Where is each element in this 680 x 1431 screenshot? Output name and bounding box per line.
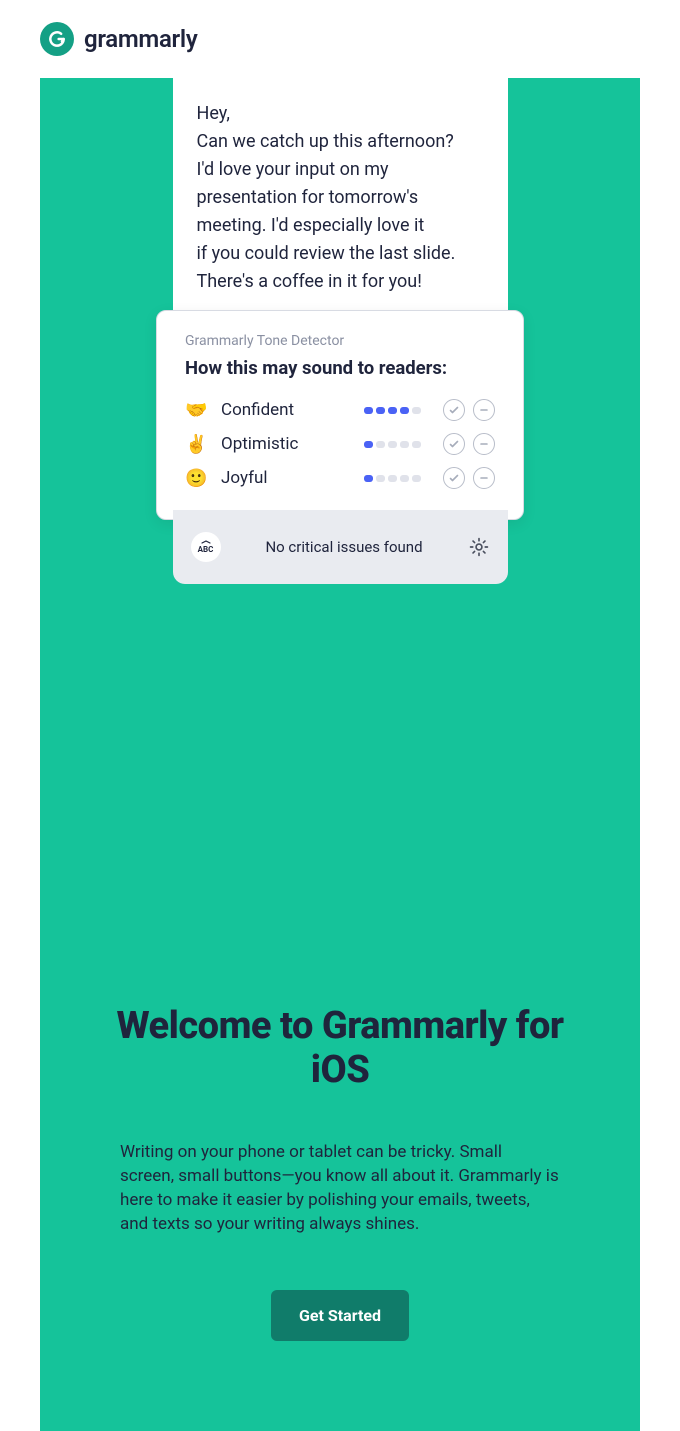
message-greeting: Hey,	[197, 100, 484, 128]
welcome-paragraph: Writing on your phone or tablet can be t…	[120, 1140, 560, 1236]
tone-detector-card: Grammarly Tone Detector How this may sou…	[156, 310, 524, 520]
tone-level-meter	[364, 441, 421, 448]
tone-label: Joyful	[221, 468, 364, 488]
message-line: Can we catch up this afternoon?	[197, 128, 484, 156]
message-line: There's a coffee in it for you!	[197, 268, 484, 296]
gear-icon[interactable]	[468, 536, 490, 558]
message-line: presentation for tomorrow's	[197, 184, 484, 212]
mockup: Hey, Can we catch up this afternoon? I'd…	[40, 78, 640, 946]
tone-row-confident: 🤝 Confident	[185, 393, 495, 427]
tone-title: How this may sound to readers:	[185, 357, 495, 379]
approve-icon[interactable]	[443, 433, 465, 455]
dismiss-icon[interactable]	[473, 433, 495, 455]
tone-label: Optimistic	[221, 434, 364, 454]
message-line: I'd love your input on my	[197, 156, 484, 184]
welcome-section: Welcome to Grammarly for iOS Writing on …	[40, 1004, 640, 1341]
tone-row-optimistic: ✌️ Optimistic	[185, 427, 495, 461]
tone-level-meter	[364, 407, 421, 414]
tone-level-meter	[364, 475, 421, 482]
approve-icon[interactable]	[443, 399, 465, 421]
victory-emoji-icon: ✌️	[185, 434, 221, 455]
tone-subtitle: Grammarly Tone Detector	[185, 333, 495, 349]
message-line: meeting. I'd especially love it	[197, 212, 484, 240]
handshake-emoji-icon: 🤝	[185, 400, 221, 421]
message-line: if you could review the last slide.	[197, 240, 484, 268]
tone-label: Confident	[221, 400, 364, 420]
welcome-headline: Welcome to Grammarly for iOS	[100, 1004, 580, 1092]
grammarly-logo-icon	[40, 22, 74, 56]
tone-row-joyful: 🙂 Joyful	[185, 461, 495, 495]
brand-logo: grammarly	[40, 22, 197, 56]
get-started-button[interactable]: Get Started	[271, 1290, 409, 1341]
dismiss-icon[interactable]	[473, 467, 495, 489]
status-text: No critical issues found	[265, 538, 422, 556]
approve-icon[interactable]	[443, 467, 465, 489]
smile-emoji-icon: 🙂	[185, 468, 221, 489]
abc-text: ABC	[198, 545, 214, 554]
spellcheck-badge-icon[interactable]: ABC	[191, 532, 221, 562]
brand-name: grammarly	[84, 25, 197, 53]
status-bar: ABC No critical issues found	[173, 510, 508, 584]
dismiss-icon[interactable]	[473, 399, 495, 421]
hero-panel: Hey, Can we catch up this afternoon? I'd…	[40, 78, 640, 1431]
header: grammarly	[0, 0, 680, 78]
